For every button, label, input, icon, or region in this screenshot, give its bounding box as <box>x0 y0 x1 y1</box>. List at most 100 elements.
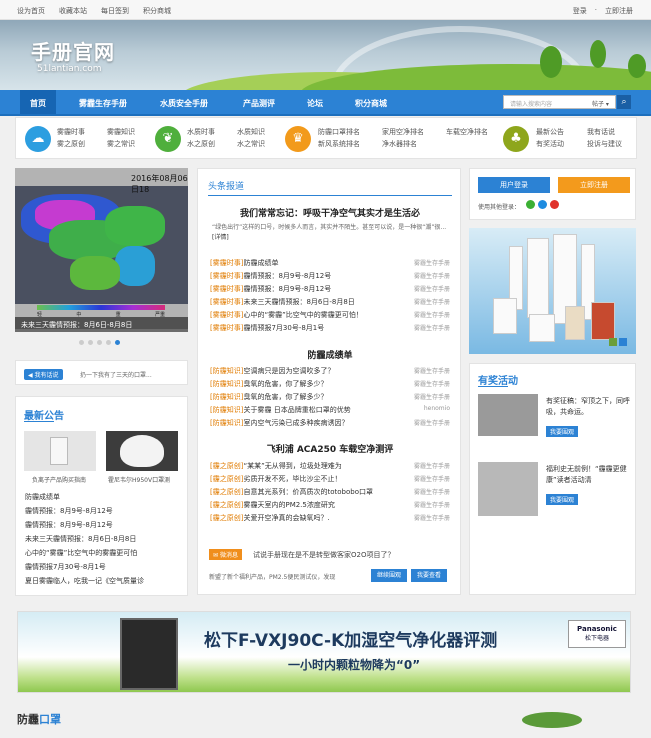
section-title[interactable]: 飞利浦 ACA250 车载空净测评 <box>198 442 462 455</box>
cat-link[interactable]: 车载空净排名 <box>446 127 488 137</box>
activity-image[interactable] <box>478 394 538 436</box>
wechat-icon[interactable] <box>526 200 535 209</box>
user-register-button[interactable]: 立即注册 <box>558 177 630 193</box>
activity-text[interactable]: 有奖征稿：窄顶之下，同呼吸，共命运。 <box>546 396 634 418</box>
news-row[interactable]: [霾之原创]雾霾天室内的PM2.5浓度研究 雾霾生存手册 <box>210 500 450 511</box>
news-row[interactable]: [雾霾时事]未来三天霾情预报：8月6日-8月8日 雾霾生存手册 <box>210 297 450 308</box>
cat-link[interactable]: 防霾口罩排名 <box>318 127 360 137</box>
nav-home[interactable]: 首页 <box>20 90 56 114</box>
news-row[interactable]: [雾霾时事]霾情预报：8月9号-8月12号 雾霾生存手册 <box>210 271 450 282</box>
list-item[interactable]: 夏日雾霾临人，吃我一记《空气质量诊 <box>25 576 144 586</box>
list-item[interactable]: 未来三天霾情预报：8月6日-8月8日 <box>25 534 144 544</box>
user-card: 用户登录 立即注册 使用其他登录： <box>469 168 636 220</box>
bookmark-link[interactable]: 收藏本站 <box>59 6 87 16</box>
cat-link[interactable]: 雾之常识 <box>107 139 135 149</box>
tab-headlines[interactable]: 头条报道 <box>208 179 452 196</box>
notice-title: 最新公告 <box>24 411 64 422</box>
daily-checkin-link[interactable]: 每日签到 <box>101 6 129 16</box>
thumb-image[interactable] <box>24 431 96 471</box>
cat-link[interactable]: 新风系统排名 <box>318 139 360 149</box>
list-item[interactable]: 霾情预报：8月9号-8月12号 <box>25 520 144 530</box>
weibo-icon[interactable] <box>550 200 559 209</box>
slider-dot[interactable] <box>106 340 111 345</box>
news-row[interactable]: [防霾知识]室内空气污染已成多种疾病诱因？ 雾霾生存手册 <box>210 418 450 429</box>
search-type-select[interactable]: 帖子 ▾ <box>592 99 609 108</box>
micro-message-tag: ✉ 微消息 <box>209 549 242 560</box>
ad-subtitle: 一小时内颗粒物降为“0” <box>288 658 421 672</box>
list-item[interactable]: 防霾成绩单 <box>25 492 144 502</box>
register-link[interactable]: 立即注册 <box>605 6 633 16</box>
thumb-image[interactable] <box>106 431 178 471</box>
micro-message-text[interactable]: 试说手册现在是不是转型做客家O2O项目了？ <box>253 550 394 560</box>
list-item[interactable]: 霾情预报：8月9号-8月12号 <box>25 506 144 516</box>
slider-dot-active[interactable] <box>115 340 120 345</box>
slider-dot[interactable] <box>79 340 84 345</box>
detail-link[interactable]: [详情] <box>212 234 229 241</box>
nav-forum[interactable]: 论坛 <box>307 98 323 109</box>
activity-text[interactable]: 福利史无前例！“霾霾更健康”读者活动清 <box>546 464 634 486</box>
list-item[interactable]: 霾情预报7月30号-8月1号 <box>25 562 144 572</box>
slider-dot[interactable] <box>97 340 102 345</box>
cat-link[interactable]: 雾霾知识 <box>107 127 135 137</box>
cat-link[interactable]: 雾霾时事 <box>57 127 85 137</box>
pager-box[interactable] <box>619 338 627 346</box>
login-link[interactable]: 登录 <box>573 6 587 16</box>
news-row[interactable]: [霾之原创]自意其光系列：价高质次的totobobo口罩 雾霾生存手册 <box>210 487 450 498</box>
haze-map-slide[interactable]: 2016年08月06日18 轻中重严重 <box>15 168 188 329</box>
cat-link[interactable]: 水之原创 <box>187 139 215 149</box>
cat-link[interactable]: 投诉与建议 <box>587 139 622 149</box>
watch-button[interactable]: 我要围观 <box>546 494 579 505</box>
slider-dot[interactable] <box>88 340 93 345</box>
cat-link[interactable]: 有奖活动 <box>536 139 564 149</box>
search-button[interactable]: ⌕ <box>617 95 631 109</box>
news-row[interactable]: [雾霾时事]霾情预报：8月9号-8月12号 雾霾生存手册 <box>210 284 450 295</box>
list-item[interactable]: 心中的“雾霾”比空气中的雾霾更可怕 <box>25 548 144 558</box>
cat-link[interactable]: 水质时事 <box>187 127 215 137</box>
cat-link[interactable]: 水之常识 <box>237 139 265 149</box>
talk-text[interactable]: 扔一下我有了三天的口罩... <box>80 370 152 379</box>
view-button[interactable]: 我要查看 <box>411 569 447 582</box>
nav-points-mall[interactable]: 积分商城 <box>355 98 387 109</box>
panasonic-ad[interactable]: 松下F-VXJ90C-K加湿空气净化器评测 一小时内颗粒物降为“0” Panas… <box>17 611 631 693</box>
news-row[interactable]: [雾霾时事]防霾成绩单 雾霾生存手册 <box>210 258 450 269</box>
section-title[interactable]: 防霾成绩单 <box>198 348 462 361</box>
nav-water-manual[interactable]: 水质安全手册 <box>160 98 208 109</box>
cat-link[interactable]: 家用空净排名 <box>382 127 424 137</box>
news-row[interactable]: [防霾知识]空调病只是因为空调吹多了？ 雾霾生存手册 <box>210 366 450 377</box>
product-graphic <box>529 314 555 342</box>
activity-card: 有奖活动 有奖征稿：窄顶之下，同呼吸，共命运。 我要围观 福利史无前例！“霾霾更… <box>469 363 636 595</box>
continue-watch-button[interactable]: 继续围观 <box>371 569 407 582</box>
site-logo[interactable]: 手册官网 <box>31 36 115 65</box>
slide-caption[interactable]: 未来三天霾情预报：8月6日-8月8日 <box>15 317 188 332</box>
news-row[interactable]: [霾之原创]劣质开发不死，毕比沙尘不止！ 雾霾生存手册 <box>210 474 450 485</box>
thumb-caption[interactable]: 霍尼韦尔H950V口罩测 <box>108 475 170 484</box>
news-row[interactable]: [雾霾时事]霾情预报7月30号-8月1号 雾霾生存手册 <box>210 323 450 334</box>
search-input[interactable]: 请输入搜索内容 帖子 ▾ <box>503 95 616 109</box>
news-row[interactable]: [防霾知识]臭氧的危害，你了解多少？ 雾霾生存手册 <box>210 379 450 390</box>
points-mall-link[interactable]: 积分商城 <box>143 6 171 16</box>
top-auth: 登录 · 立即注册 <box>573 6 633 16</box>
cat-link[interactable]: 水质知识 <box>237 127 265 137</box>
activity-image[interactable] <box>478 462 538 516</box>
map-date: 2016年08月06日18 <box>131 174 188 194</box>
pager-box[interactable] <box>609 338 617 346</box>
news-row[interactable]: [防霾知识]关于雾霾 日本品牌重松口罩的优势 henomio <box>210 405 450 416</box>
news-row[interactable]: [雾霾时事]心中的“雾霾”比空气中的雾霾更可怕！ 雾霾生存手册 <box>210 310 450 321</box>
headline-title[interactable]: 我们常常忘记：呼吸干净空气其实才是生活必 <box>198 206 462 219</box>
cat-link[interactable]: 雾之原创 <box>57 139 85 149</box>
news-row[interactable]: [霾之原创]关爱开空净真的会缺氧吗？. 雾霾生存手册 <box>210 513 450 524</box>
nav-reviews[interactable]: 产品测评 <box>243 98 275 109</box>
qq-icon[interactable] <box>538 200 547 209</box>
user-login-button[interactable]: 用户登录 <box>478 177 550 193</box>
nav-haze-manual[interactable]: 雾霾生存手册 <box>79 98 127 109</box>
set-homepage-link[interactable]: 设为首页 <box>17 6 45 16</box>
news-row[interactable]: [防霾知识]臭氧的危害，你了解多少？ 雾霾生存手册 <box>210 392 450 403</box>
talk-tag[interactable]: ◀ 我有话说 <box>24 369 63 380</box>
cat-link[interactable]: 净水器排名 <box>382 139 417 149</box>
news-row[interactable]: [霾之原创]“某某”无从得到，垃圾处理难为 雾霾生存手册 <box>210 461 450 472</box>
product-banner[interactable] <box>469 228 636 354</box>
thumb-caption[interactable]: 负离子产品购买指南 <box>32 475 86 484</box>
cat-link[interactable]: 我有话说 <box>587 127 615 137</box>
cat-link[interactable]: 最新公告 <box>536 127 564 137</box>
watch-button[interactable]: 我要围观 <box>546 426 579 437</box>
